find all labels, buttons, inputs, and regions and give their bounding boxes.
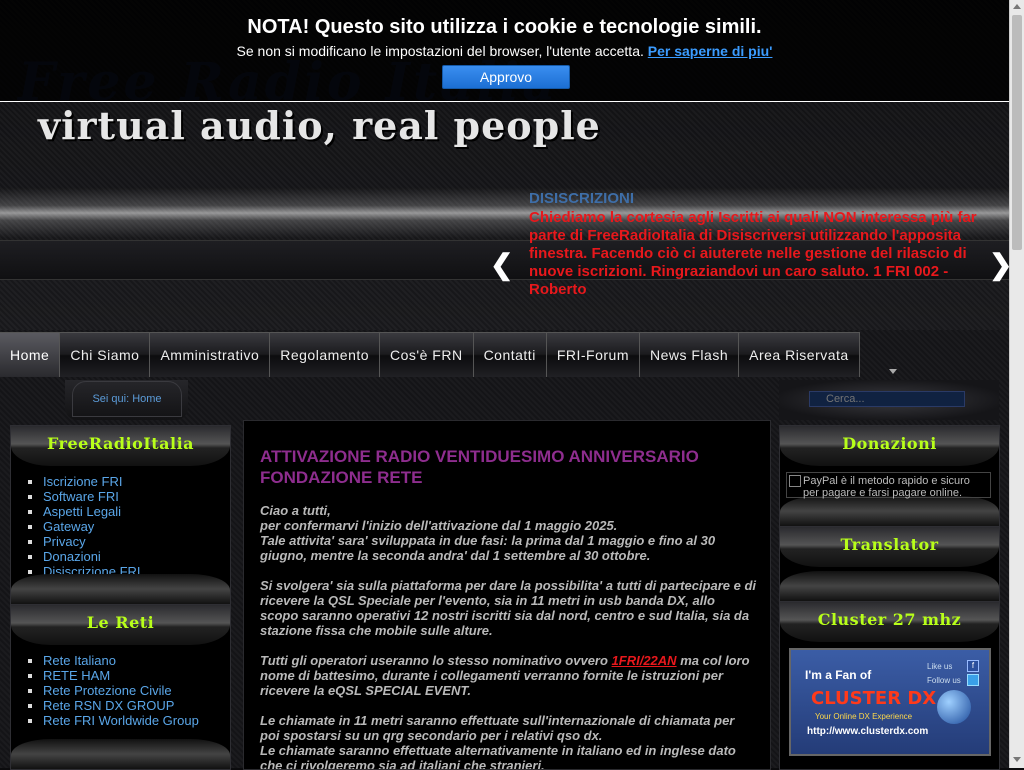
cluster-dx-banner[interactable]: I'm a Fan of CLUSTER DX Your Online DX E… [789,648,991,756]
paypal-donate-button[interactable]: PayPal è il metodo rapido e sicuro per p… [786,472,991,499]
sidebar-box-footer [780,571,999,601]
cluster-url: http://www.clusterdx.com [807,726,929,737]
sidebar-box-title: Cluster 27 mhz [817,610,962,629]
article-text: Ciao a tutti, [260,503,331,518]
menu-item-fri-forum[interactable]: FRI-Forum [547,333,640,377]
cookie-accept-button[interactable]: Approvo [442,65,570,89]
list-item: RETE HAM [43,668,199,683]
menu-item-cose-frn[interactable]: Cos'è FRN [380,333,474,377]
list-item: Software FRI [43,489,141,504]
site-tagline: virtual audio, real people [38,103,601,148]
sidebar-link[interactable]: Rete Protezione Civile [43,683,172,698]
callsign-link[interactable]: 1FRI/22AN [612,653,677,668]
sidebar-box-title: FreeRadioItalia [46,434,195,453]
menu-item-news-flash[interactable]: News Flash [640,333,740,377]
search-input[interactable] [809,391,965,407]
cookie-more-link[interactable]: Per saperne di piu' [648,43,773,59]
article-text: Si svolgera' sia sulla piattaforma per d… [260,578,757,638]
list-item: Donazioni [43,549,141,564]
list-item: Privacy [43,534,141,549]
article-text: Le chiamate saranno effettuate alternati… [260,743,736,770]
main-content: ATTIVAZIONE RADIO VENTIDUESIMO ANNIVERSA… [243,420,771,770]
cookie-title: NOTA! Questo sito utilizza i cookie e te… [247,16,762,38]
list-item: Rete Protezione Civile [43,683,199,698]
news-slider: DISISCRIZIONI Chiediamo la cortesia agli… [529,190,979,299]
breadcrumb[interactable]: Sei qui: Home [72,381,182,417]
cluster-fan-text: I'm a Fan of [805,668,872,682]
cookie-banner: NOTA! Questo sito utilizza i cookie e te… [0,0,1009,102]
list-item: Rete Italiano [43,653,199,668]
scroll-up-icon[interactable] [1013,4,1021,9]
article-body: Ciao a tutti, per confermarvi l'inizio d… [260,503,757,770]
cluster-subtitle: Your Online DX Experience [815,712,913,721]
sidebar-link[interactable]: Aspetti Legali [43,504,121,519]
sidebar-box-title: Donazioni [842,434,937,453]
sidebar-box-footer [11,574,230,604]
main-menu: Home Chi Siamo Amministrativo Regolament… [0,332,860,377]
sidebar-link[interactable]: Rete RSN DX GROUP [43,698,174,713]
facebook-icon: f [967,660,979,672]
cookie-text: Se non si modificano le impostazioni del… [0,43,1009,59]
globe-icon [937,690,971,724]
list-item: Aspetti Legali [43,504,141,519]
list-item: Iscrizione FRI [43,474,141,489]
sidebar-box-title: Le Reti [86,613,155,632]
sidebar-link[interactable]: Software FRI [43,489,119,504]
cluster-brand: CLUSTER DX [811,688,937,709]
sidebar-link[interactable]: Iscrizione FRI [43,474,122,489]
sidebar-menu-list: Rete Italiano RETE HAM Rete Protezione C… [33,653,199,728]
article-text: Tale attivita' sara' sviluppata in due f… [260,533,716,563]
sidebar-box-translator: Translator [779,526,1000,602]
article-text: Tutti gli operatori useranno lo stesso n… [260,653,612,668]
menu-item-contatti[interactable]: Contatti [474,333,547,377]
menu-item-regolamento[interactable]: Regolamento [270,333,381,377]
sidebar-link[interactable]: Gateway [43,519,94,534]
menu-item-area-riservata[interactable]: Area Riservata [739,333,860,377]
article-title[interactable]: ATTIVAZIONE RADIO VENTIDUESIMO ANNIVERSA… [260,446,750,488]
sidebar-link[interactable]: Rete FRI Worldwide Group [43,713,199,728]
submenu-arrow-icon [889,369,897,374]
menu-item-home[interactable]: Home [0,333,61,377]
article-text: per confermarvi l'inizio dell'attivazion… [260,518,618,533]
twitter-icon [967,674,979,686]
sidebar-box-freeradioitalia: FreeRadioItalia Iscrizione FRI Software … [10,425,231,605]
sidebar-link[interactable]: Donazioni [43,549,101,564]
news-title[interactable]: DISISCRIZIONI [529,190,979,207]
cluster-like-text: Like us [927,662,953,671]
cookie-message: Se non si modificano le impostazioni del… [236,43,648,59]
cluster-follow-text: Follow us [927,676,961,685]
sidebar-link[interactable]: Rete Italiano [43,653,116,668]
sidebar-link[interactable]: RETE HAM [43,668,110,683]
sidebar-box-footer [780,496,999,526]
list-item: Rete FRI Worldwide Group [43,713,199,728]
scrollbar-thumb[interactable] [1012,15,1022,250]
scroll-down-icon[interactable] [1013,757,1021,762]
sidebar-box-title: Translator [840,535,939,554]
page-scrollbar[interactable] [1009,0,1024,768]
article-text: Le chiamate in 11 metri saranno effettua… [260,713,735,743]
menu-item-amministrativo[interactable]: Amministrativo [150,333,271,377]
sidebar-link[interactable]: Privacy [43,534,86,549]
sidebar-menu-list: Iscrizione FRI Software FRI Aspetti Lega… [33,474,141,579]
paypal-alt-text: PayPal è il metodo rapido e sicuro per p… [803,475,970,499]
sidebar-box-footer [11,739,230,769]
list-item: Rete RSN DX GROUP [43,698,199,713]
broken-image-icon [789,475,801,487]
sidebar-box-le-reti: Le Reti Rete Italiano RETE HAM Rete Prot… [10,604,231,770]
list-item: Gateway [43,519,141,534]
news-body: Chiediamo la cortesia agli Iscritti ai q… [529,209,977,298]
slider-prev-icon[interactable]: ❮ [490,248,513,281]
menu-item-chi-siamo[interactable]: Chi Siamo [60,333,151,377]
